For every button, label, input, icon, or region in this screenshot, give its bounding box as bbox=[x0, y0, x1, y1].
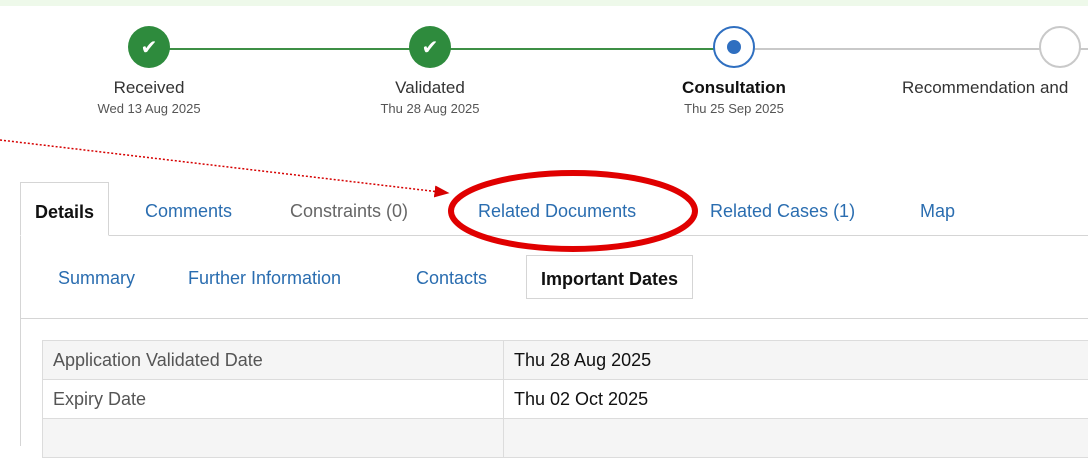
step-received: ✔ Received Wed 13 Aug 2025 bbox=[49, 26, 249, 116]
tab-related-documents[interactable]: Related Documents bbox=[478, 182, 636, 236]
tab-details[interactable]: Details bbox=[20, 182, 109, 236]
subtab-important-dates[interactable]: Important Dates bbox=[526, 255, 693, 299]
main-tabs: Details Comments Constraints (0) Related… bbox=[20, 182, 1088, 236]
table-row: Expiry Date Thu 02 Oct 2025 bbox=[43, 380, 1088, 419]
table-row bbox=[43, 419, 1088, 458]
tab-related-cases[interactable]: Related Cases (1) bbox=[710, 182, 855, 236]
current-step-icon bbox=[713, 26, 755, 68]
current-dot bbox=[727, 40, 741, 54]
step-validated: ✔ Validated Thu 28 Aug 2025 bbox=[330, 26, 530, 116]
step-date: Thu 25 Sep 2025 bbox=[634, 101, 834, 116]
step-label: Validated bbox=[330, 78, 530, 98]
date-value: Thu 28 Aug 2025 bbox=[504, 341, 1088, 380]
tab-map[interactable]: Map bbox=[920, 182, 955, 236]
subtab-further-information[interactable]: Further Information bbox=[188, 255, 341, 299]
step-date: Thu 28 Aug 2025 bbox=[330, 101, 530, 116]
tab-comments[interactable]: Comments bbox=[145, 182, 232, 236]
step-date: Wed 13 Aug 2025 bbox=[49, 101, 249, 116]
date-label: Expiry Date bbox=[43, 380, 504, 419]
step-label: Recommendation and bbox=[902, 78, 1088, 98]
check-icon: ✔ bbox=[128, 26, 170, 68]
step-label: Received bbox=[49, 78, 249, 98]
subtab-summary[interactable]: Summary bbox=[58, 255, 135, 299]
table-row: Application Validated Date Thu 28 Aug 20… bbox=[43, 341, 1088, 380]
date-value: Thu 02 Oct 2025 bbox=[504, 380, 1088, 419]
subtab-divider bbox=[21, 318, 1088, 319]
date-label: Application Validated Date bbox=[43, 341, 504, 380]
date-label bbox=[43, 419, 504, 458]
pending-step-icon bbox=[1039, 26, 1081, 68]
step-consultation: Consultation Thu 25 Sep 2025 bbox=[634, 26, 834, 116]
sub-tabs: Summary Further Information Contacts Imp… bbox=[20, 255, 1088, 299]
tab-constraints[interactable]: Constraints (0) bbox=[290, 182, 408, 236]
important-dates-table: Application Validated Date Thu 28 Aug 20… bbox=[42, 340, 1088, 458]
subtab-contacts[interactable]: Contacts bbox=[416, 255, 487, 299]
check-icon: ✔ bbox=[409, 26, 451, 68]
progress-stepper: ✔ Received Wed 13 Aug 2025 ✔ Validated T… bbox=[0, 0, 1088, 140]
step-label: Consultation bbox=[634, 78, 834, 98]
date-value bbox=[504, 419, 1088, 458]
step-recommendation: Recommendation and bbox=[960, 26, 1088, 98]
